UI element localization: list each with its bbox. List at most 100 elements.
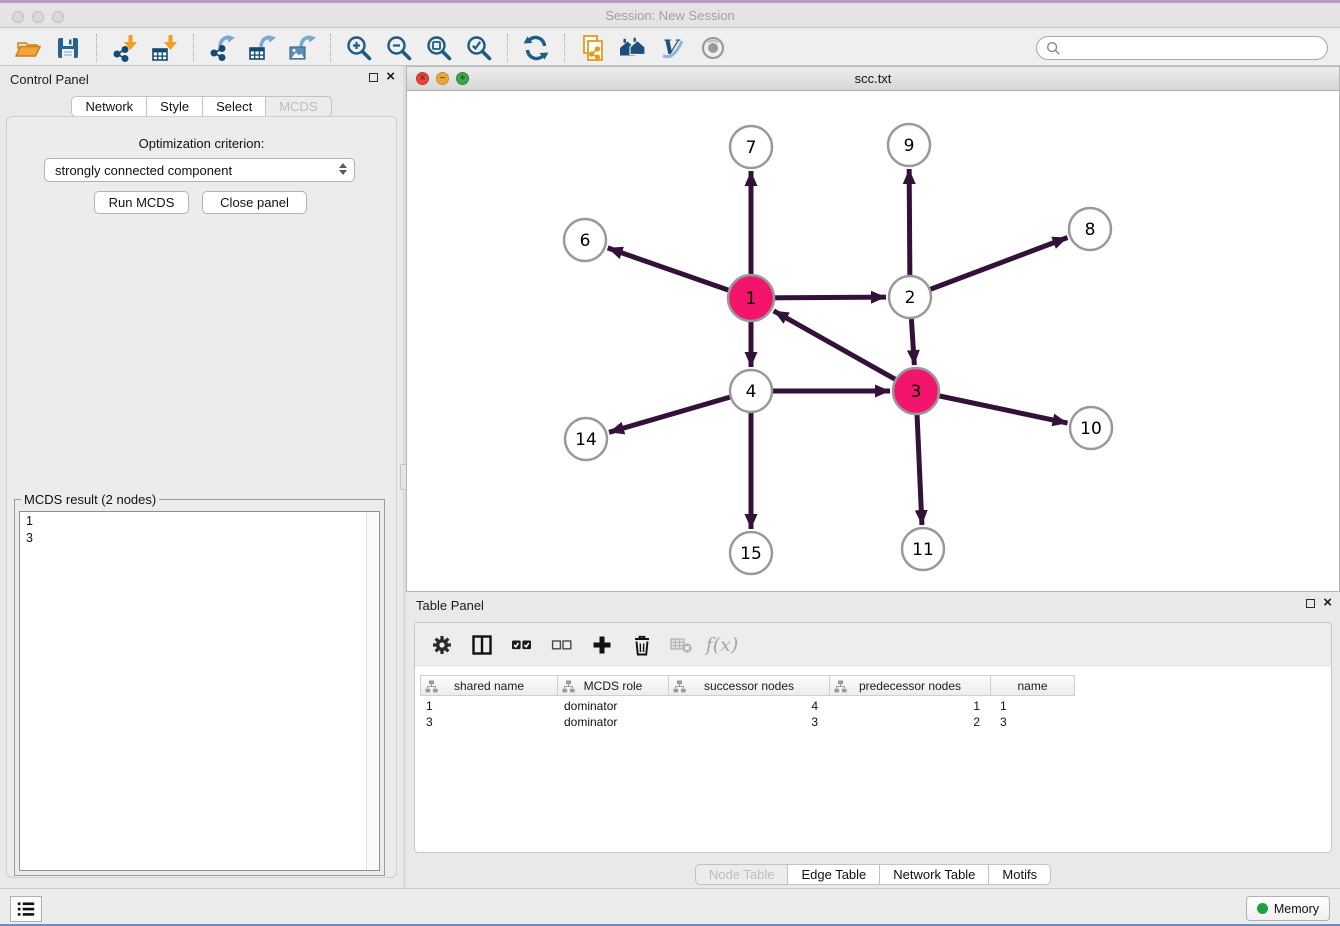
select-all-columns-button[interactable] — [509, 632, 535, 658]
checked-boxes-icon — [511, 635, 533, 655]
main-toolbar: V — [0, 31, 1340, 66]
graph-node-label: 4 — [746, 382, 757, 402]
unselect-all-columns-button[interactable] — [549, 632, 575, 658]
hide-preview-button[interactable] — [693, 32, 733, 64]
column-header-name[interactable]: name — [990, 675, 1075, 696]
table-settings-button[interactable] — [429, 632, 455, 658]
cell-predecessor-nodes[interactable]: 2 — [832, 714, 994, 730]
toolbar-separator — [564, 34, 565, 62]
cell-shared-name[interactable]: 3 — [420, 714, 558, 730]
export-table-icon — [248, 34, 276, 62]
style-preview-button[interactable]: V — [653, 32, 693, 64]
network-canvas[interactable]: 1234678910111415 — [407, 91, 1339, 591]
delete-column-button[interactable] — [629, 632, 655, 658]
close-table-panel-icon[interactable]: × — [1323, 598, 1332, 608]
toolbar-separator — [507, 34, 508, 62]
table-header-row: shared name MCDS role successor nodes — [420, 675, 1075, 696]
cell-successor-nodes[interactable]: 3 — [670, 714, 832, 730]
cell-shared-name[interactable]: 1 — [420, 698, 558, 714]
style-v-icon: V — [659, 34, 687, 62]
network-window-titlebar: × − + scc.txt — [407, 67, 1339, 91]
column-type-icon — [673, 680, 686, 693]
application-window: Session: New Session — [0, 0, 1340, 926]
mcds-result-textarea[interactable]: 1 3 — [19, 511, 380, 871]
cell-name[interactable]: 1 — [994, 698, 1079, 714]
search-icon — [1045, 40, 1061, 56]
export-table-button[interactable] — [242, 32, 282, 64]
export-image-button[interactable] — [282, 32, 322, 64]
zoom-out-button[interactable] — [379, 32, 419, 64]
network-document-button[interactable] — [573, 32, 613, 64]
control-panel-tabs: Network Style Select MCDS — [0, 96, 403, 117]
graph-edge-2-8[interactable] — [910, 237, 1068, 297]
close-panel-button[interactable]: Close panel — [202, 191, 307, 214]
column-header-mcds-role[interactable]: MCDS role — [557, 675, 669, 696]
graph-node-label: 2 — [905, 288, 916, 308]
result-scrollbar[interactable] — [366, 512, 379, 870]
float-table-panel-icon[interactable] — [1306, 599, 1315, 608]
window-title: Session: New Session — [0, 8, 1340, 23]
cell-mcds-role[interactable]: dominator — [558, 698, 670, 714]
column-header-successor-nodes[interactable]: successor nodes — [668, 675, 830, 696]
graph-node-label: 3 — [911, 382, 922, 402]
table-panel-tabs: Node Table Edge Table Network Table Moti… — [406, 864, 1340, 885]
cell-successor-nodes[interactable]: 4 — [670, 698, 832, 714]
refresh-icon — [522, 34, 550, 62]
import-network-button[interactable] — [105, 32, 145, 64]
column-header-shared-name[interactable]: shared name — [420, 675, 558, 696]
tab-network[interactable]: Network — [71, 96, 147, 117]
gear-icon — [431, 634, 453, 656]
column-type-icon — [425, 680, 438, 693]
float-panel-icon[interactable] — [369, 73, 378, 82]
save-session-button[interactable] — [48, 32, 88, 64]
graph-edge-3-1[interactable] — [774, 311, 916, 391]
task-history-button[interactable] — [10, 896, 42, 922]
cell-mcds-role[interactable]: dominator — [558, 714, 670, 730]
column-type-icon — [834, 680, 847, 693]
tab-mcds[interactable]: MCDS — [265, 96, 331, 117]
export-network-icon — [208, 34, 236, 62]
column-header-predecessor-nodes[interactable]: predecessor nodes — [829, 675, 991, 696]
tab-network-table[interactable]: Network Table — [879, 864, 989, 885]
tab-select[interactable]: Select — [202, 96, 266, 117]
cell-name[interactable]: 3 — [994, 714, 1079, 730]
zoom-fit-icon — [425, 34, 453, 62]
graph-node-label: 6 — [580, 231, 591, 251]
zoom-fit-button[interactable] — [419, 32, 459, 64]
home-button[interactable] — [613, 32, 653, 64]
table-toolbar: f(x) — [415, 623, 1331, 667]
tab-motifs[interactable]: Motifs — [988, 864, 1051, 885]
optimization-criterion-select[interactable]: strongly connected component — [44, 158, 355, 182]
memory-status-icon — [1257, 903, 1268, 914]
open-session-button[interactable] — [8, 32, 48, 64]
import-table-button[interactable] — [145, 32, 185, 64]
column-manager-button[interactable] — [469, 632, 495, 658]
columns-icon — [471, 634, 493, 656]
open-folder-icon — [14, 34, 42, 62]
add-column-button[interactable] — [589, 632, 615, 658]
network-window-title: scc.txt — [407, 71, 1339, 86]
network-document-icon — [579, 34, 607, 62]
network-graph[interactable]: 1234678910111415 — [407, 91, 1339, 591]
tab-edge-table[interactable]: Edge Table — [787, 864, 880, 885]
plus-icon — [591, 634, 613, 656]
window-titlebar: Session: New Session — [0, 0, 1340, 28]
table-row[interactable]: 1 dominator 4 1 1 — [420, 698, 1079, 714]
search-input[interactable] — [1061, 41, 1319, 55]
refresh-layout-button[interactable] — [516, 32, 556, 64]
control-panel-header: Control Panel × — [0, 66, 403, 94]
tab-node-table[interactable]: Node Table — [695, 864, 789, 885]
import-network-icon — [111, 34, 139, 62]
close-panel-icon[interactable]: × — [386, 72, 395, 82]
zoom-in-button[interactable] — [339, 32, 379, 64]
trash-icon — [631, 633, 653, 657]
function-builder-button: f(x) — [709, 632, 735, 658]
export-network-button[interactable] — [202, 32, 242, 64]
network-view-window: × − + scc.txt 1234678910111415 — [406, 66, 1340, 592]
zoom-selected-button[interactable] — [459, 32, 499, 64]
table-row[interactable]: 3 dominator 3 2 3 — [420, 714, 1079, 730]
tab-style[interactable]: Style — [146, 96, 203, 117]
cell-predecessor-nodes[interactable]: 1 — [832, 698, 994, 714]
memory-button[interactable]: Memory — [1246, 896, 1330, 921]
run-mcds-button[interactable]: Run MCDS — [94, 191, 189, 214]
